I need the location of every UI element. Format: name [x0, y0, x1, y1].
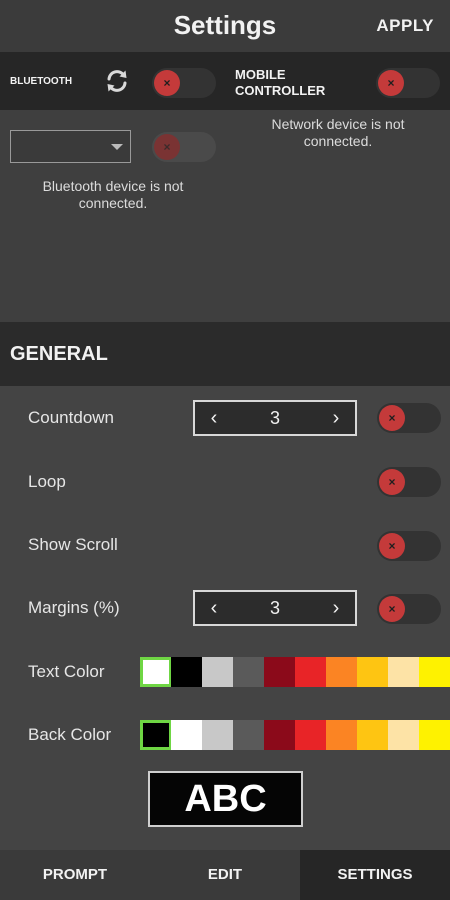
back-color-label: Back Color	[28, 725, 112, 744]
mobile-controller-header: MOBILE CONTROLLER ×	[225, 52, 450, 110]
text-color-swatch[interactable]	[388, 657, 420, 687]
chevron-right-icon[interactable]: ›	[321, 597, 351, 620]
back-color-palette	[140, 720, 450, 750]
chevron-right-icon[interactable]: ›	[321, 407, 351, 430]
text-color-swatch[interactable]	[171, 657, 203, 687]
text-color-swatch[interactable]	[295, 657, 327, 687]
back-color-swatch[interactable]	[419, 720, 450, 750]
text-color-swatch[interactable]	[419, 657, 450, 687]
text-color-swatch[interactable]	[357, 657, 389, 687]
bluetooth-header: BLUETOOTH ×	[0, 52, 225, 110]
text-color-label: Text Color	[28, 662, 105, 681]
mobile-controller-toggle[interactable]: ×	[376, 68, 440, 98]
general-section-header: GENERAL	[0, 322, 450, 386]
toggle-off-icon: ×	[378, 70, 404, 96]
back-color-swatch[interactable]	[233, 720, 265, 750]
tab-settings[interactable]: SETTINGS	[300, 850, 450, 900]
top-bar: Settings APPLY	[0, 0, 450, 52]
bluetooth-toggle[interactable]: ×	[152, 68, 216, 98]
back-color-swatch[interactable]	[171, 720, 203, 750]
text-color-swatch[interactable]	[202, 657, 234, 687]
tab-prompt[interactable]: PROMPT	[0, 850, 150, 900]
margins-stepper[interactable]: ‹ 3 ›	[193, 590, 357, 626]
back-color-swatch[interactable]	[140, 720, 172, 750]
section-title: GENERAL	[10, 343, 108, 365]
back-color-swatch[interactable]	[202, 720, 234, 750]
back-color-swatch[interactable]	[357, 720, 389, 750]
toggle-off-icon: ×	[379, 405, 405, 431]
countdown-value: 3	[269, 408, 280, 428]
text-preview: ABC	[148, 771, 303, 827]
text-color-swatch[interactable]	[233, 657, 265, 687]
loop-toggle[interactable]: ×	[377, 467, 441, 497]
back-color-swatch[interactable]	[295, 720, 327, 750]
loop-label: Loop	[28, 472, 66, 491]
bluetooth-device-toggle[interactable]: ×	[152, 132, 216, 162]
show-scroll-toggle[interactable]: ×	[377, 531, 441, 561]
mobile-controller-label: MOBILE CONTROLLER	[235, 67, 326, 98]
back-color-swatch[interactable]	[326, 720, 358, 750]
bottom-tab-bar: PROMPT EDIT SETTINGS	[0, 850, 450, 900]
text-color-palette	[140, 657, 450, 687]
text-color-swatch[interactable]	[326, 657, 358, 687]
margins-toggle[interactable]: ×	[377, 594, 441, 624]
chevron-down-icon	[111, 144, 123, 150]
toggle-off-icon: ×	[154, 70, 180, 96]
chevron-left-icon[interactable]: ‹	[199, 407, 229, 430]
margins-label: Margins (%)	[28, 598, 120, 617]
toggle-off-icon: ×	[379, 533, 405, 559]
text-color-swatch[interactable]	[140, 657, 172, 687]
refresh-icon[interactable]	[103, 67, 131, 95]
apply-button[interactable]: APPLY	[376, 16, 434, 36]
show-scroll-label: Show Scroll	[28, 535, 118, 554]
network-status: Network device is not connected.	[271, 116, 405, 149]
bluetooth-status: Bluetooth device is not connected.	[42, 178, 184, 211]
toggle-off-icon: ×	[154, 134, 180, 160]
toggle-off-icon: ×	[379, 469, 405, 495]
back-color-swatch[interactable]	[388, 720, 420, 750]
text-color-swatch[interactable]	[264, 657, 296, 687]
bluetooth-panel: BLUETOOTH × × Bluetooth device is not co…	[0, 52, 225, 322]
chevron-left-icon[interactable]: ‹	[199, 597, 229, 620]
countdown-toggle[interactable]: ×	[377, 403, 441, 433]
countdown-stepper[interactable]: ‹ 3 ›	[193, 400, 357, 436]
countdown-label: Countdown	[28, 408, 115, 427]
toggle-off-icon: ×	[379, 596, 405, 622]
mobile-controller-panel: MOBILE CONTROLLER × Network device is no…	[225, 52, 450, 322]
margins-value: 3	[269, 598, 280, 618]
back-color-swatch[interactable]	[264, 720, 296, 750]
tab-edit[interactable]: EDIT	[150, 850, 300, 900]
bluetooth-label: BLUETOOTH	[10, 76, 73, 87]
bluetooth-device-select[interactable]	[10, 130, 131, 163]
